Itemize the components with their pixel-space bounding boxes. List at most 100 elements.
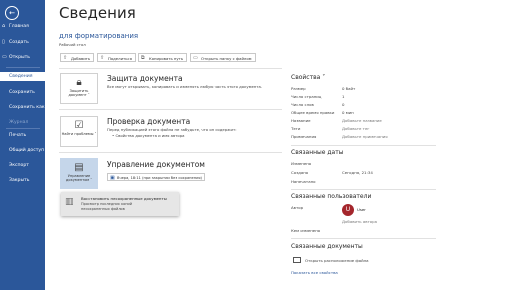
property-label: Название [291, 118, 311, 123]
folder-icon: ▭ [2, 54, 7, 60]
open-folder-button[interactable]: ▭ Открыть папку с файлом [190, 53, 256, 62]
inspect-bullet-text: Свойства документа и имя автора [115, 133, 185, 138]
title-field[interactable]: Добавьте название [342, 118, 382, 123]
sidebar-item-save[interactable]: Сохранить [0, 88, 45, 97]
home-icon: ⌂ [2, 23, 6, 29]
author-label: Автор [291, 205, 304, 210]
sidebar-divider [6, 67, 40, 68]
sidebar-item-label: Печать [9, 133, 27, 138]
sidebar-item-label: Создать [9, 40, 29, 45]
sidebar-item-history: Журнал [0, 118, 45, 127]
recover-unsaved-menu-item[interactable]: ▥ Восстановить несохраненные документы П… [61, 192, 179, 216]
property-label: Число страниц [291, 94, 322, 99]
sidebar-item-label: Сохранить как [9, 105, 45, 110]
recover-description-1: Просмотр последних копий [81, 202, 133, 206]
recover-document-icon: ▥ [65, 197, 74, 207]
share-button[interactable]: ⇪ Поделиться [97, 53, 136, 62]
protect-text: Все могут открывать, копировать и изменя… [107, 84, 263, 89]
properties-heading[interactable]: Свойства ˅ [291, 74, 325, 81]
protect-document-button[interactable]: 🔒︎ Защитить документ ˅ [60, 73, 98, 104]
sidebar-item-label: Общий доступ [9, 148, 45, 153]
property-value: 1 [342, 94, 345, 99]
version-item[interactable]: ▣ Вчера, 18:11 (при закрытии без сохране… [107, 173, 205, 181]
sidebar-item-label: Сведения [9, 74, 33, 79]
back-arrow-icon[interactable]: ← [5, 6, 19, 20]
divider [291, 189, 436, 190]
sidebar-item-open[interactable]: ▭ Открыть [0, 53, 45, 62]
protect-document-label: Защитить документ ˅ [68, 89, 90, 97]
divider [59, 152, 282, 153]
last-modified-label: Кем изменено [291, 228, 321, 233]
tags-field[interactable]: Добавьте тег [342, 126, 369, 131]
date-value: Сегодня, 21:34 [342, 170, 373, 175]
sidebar-item-label: Открыть [9, 55, 30, 60]
property-label: Размер [291, 86, 306, 91]
related-docs-heading: Связанные документы [291, 243, 363, 250]
property-value: 0 [342, 102, 345, 107]
people-heading: Связанные пользователи [291, 193, 372, 200]
version-label: Вчера, 18:11 (при закрытии без сохранени… [117, 176, 202, 180]
open-file-location-link[interactable]: Открыть расположение файла [305, 258, 369, 263]
check-issues-button[interactable]: ☑ Найти проблемы ˅ [60, 116, 98, 147]
divider [291, 145, 436, 146]
show-all-properties-link[interactable]: Показать все свойства [291, 270, 338, 275]
sidebar-item-info[interactable]: Сведения [0, 72, 45, 81]
sidebar-item-close[interactable]: Закрыть [0, 176, 45, 185]
folder-icon [293, 257, 301, 263]
manage-heading: Управление документом [107, 160, 205, 169]
sidebar-divider [6, 128, 40, 129]
comments-field[interactable]: Добавьте примечания [342, 134, 388, 139]
sidebar-item-print[interactable]: Печать [0, 131, 45, 140]
divider [59, 109, 282, 110]
upload-icon: ⇧ [63, 55, 68, 61]
link-icon: ⧉ [141, 55, 145, 61]
sidebar-item-label: Экспорт [9, 163, 29, 168]
inspect-document-icon: ☑ [74, 120, 84, 131]
share-icon: ⇪ [100, 55, 105, 61]
avatar: U [342, 204, 354, 216]
recover-title: Восстановить несохраненные документы [81, 196, 167, 201]
document-location: Рабочий стол [59, 42, 86, 47]
share-button-label: Поделиться [108, 56, 132, 61]
open-folder-button-label: Открыть папку с файлом [201, 56, 252, 61]
copy-path-button[interactable]: ⧉ Копировать путь [138, 53, 188, 62]
add-author-field[interactable]: Добавить автора [342, 219, 377, 224]
sidebar-item-home[interactable]: ⌂ Главная [0, 22, 45, 31]
sidebar-item-label: Закрыть [9, 178, 30, 183]
protect-heading: Защита документа [107, 74, 183, 83]
divider [59, 68, 282, 69]
divider [291, 238, 436, 239]
inspect-text: Перед публикацией этого файла не забудьт… [107, 127, 237, 132]
sidebar-item-label: Журнал [9, 120, 29, 125]
date-label: Создано [291, 170, 309, 175]
dates-heading: Связанные даты [291, 149, 344, 156]
document-name: для форматирования [59, 32, 139, 40]
sidebar-item-export[interactable]: Экспорт [0, 161, 45, 170]
date-label: Изменено [291, 161, 312, 166]
property-label: Общее время правки [291, 110, 335, 115]
property-label: Примечания [291, 134, 317, 139]
date-label: Напечатано [291, 179, 316, 184]
upload-button-label: Добавить [71, 56, 91, 61]
sidebar-item-label: Главная [9, 24, 29, 29]
property-label: Теги [291, 126, 301, 131]
property-label: Число слов [291, 102, 314, 107]
sidebar-item-share[interactable]: Общий доступ [0, 146, 45, 155]
sidebar-item-save-as[interactable]: Сохранить как [0, 103, 45, 112]
manage-document-icon: ▤ [74, 162, 84, 173]
upload-button[interactable]: ⇧ Добавить [60, 53, 95, 62]
manage-document-label: Управление документом ˅ [65, 174, 93, 182]
backstage-sidebar: ← ⌂ Главная ▯ Создать ▭ Открыть Сведения… [0, 0, 45, 290]
manage-document-button[interactable]: ▤ Управление документом ˅ [60, 158, 98, 189]
sidebar-item-new[interactable]: ▯ Создать [0, 38, 45, 47]
page-title: Сведения [59, 4, 136, 22]
property-value: 0 байт [342, 86, 356, 91]
copy-path-button-label: Копировать путь [149, 56, 184, 61]
sidebar-item-label: Сохранить [9, 90, 35, 95]
author-name[interactable]: User [357, 207, 366, 212]
check-issues-label: Найти проблемы ˅ [61, 132, 97, 136]
document-icon: ▣ [110, 175, 115, 181]
inspect-heading: Проверка документа [107, 117, 191, 126]
new-doc-icon: ▯ [2, 39, 5, 45]
property-value: 0 мин [342, 110, 354, 115]
